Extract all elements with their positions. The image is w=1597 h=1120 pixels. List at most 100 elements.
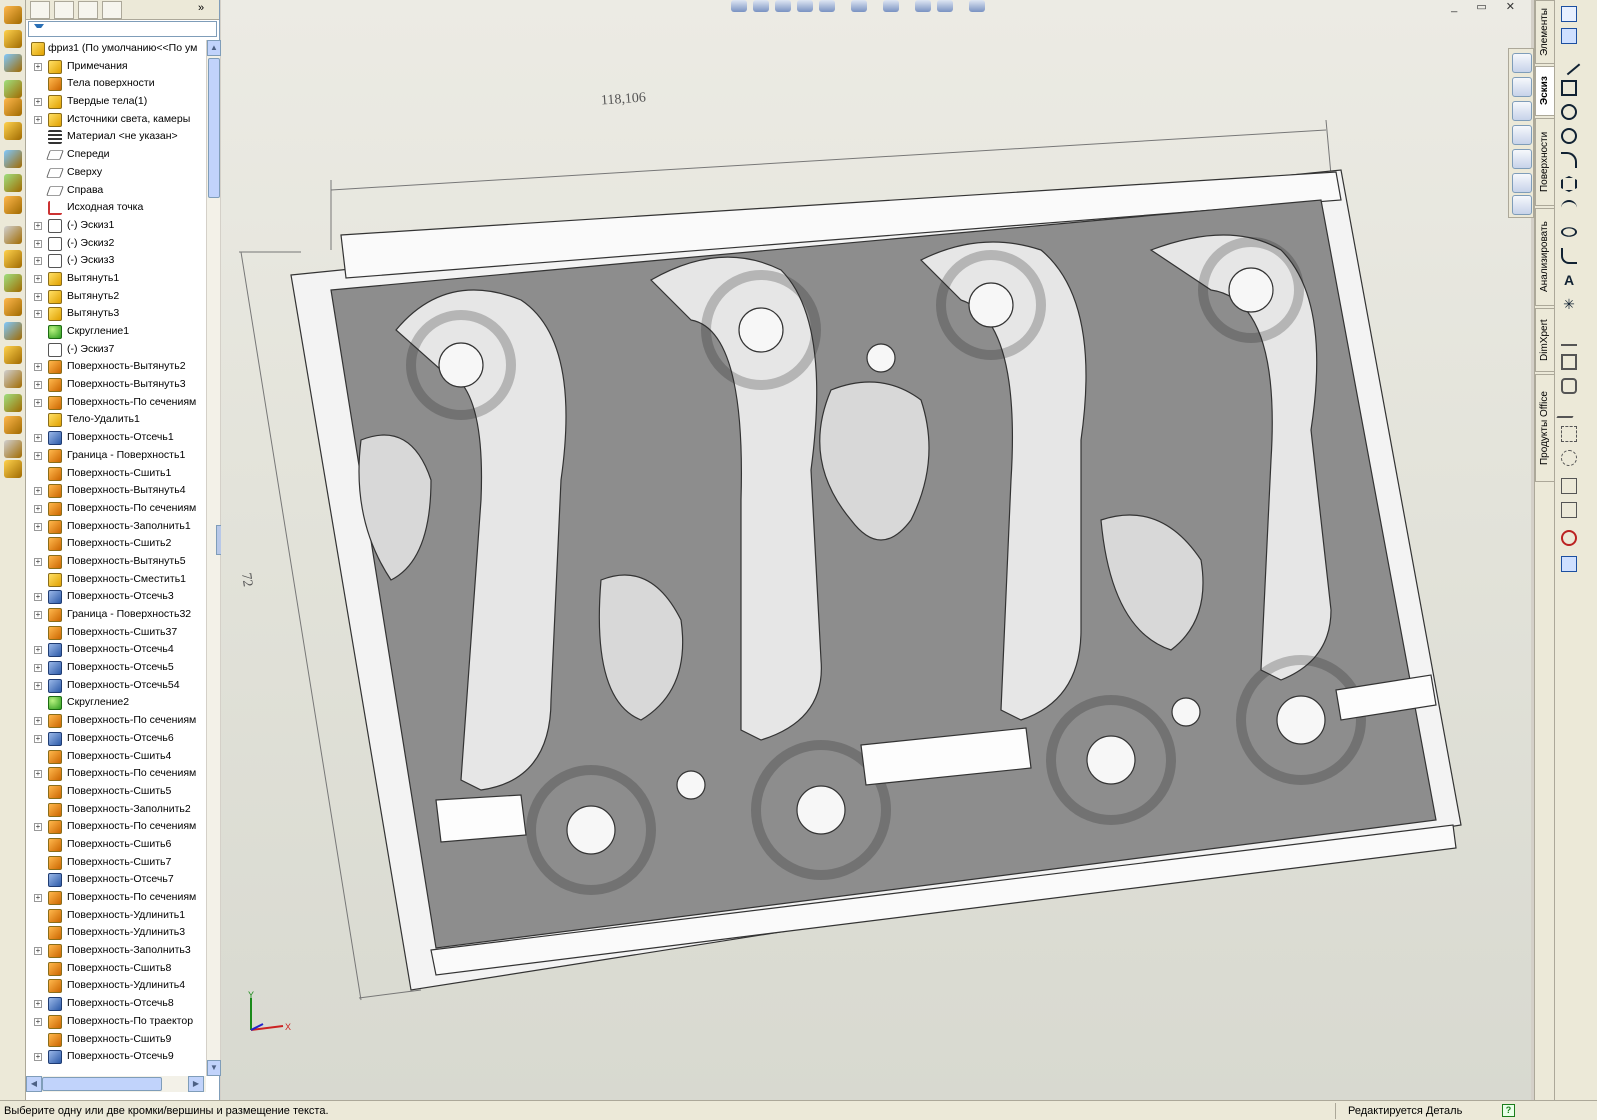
point-icon[interactable]: ✳ [1561,296,1577,312]
knit-surface-icon[interactable] [4,322,22,340]
offset-surface-icon[interactable] [4,174,22,192]
boundary-surface-icon[interactable] [4,98,22,116]
offset-entities-icon[interactable] [1561,378,1577,394]
expand-toggle-icon[interactable]: + [34,62,42,71]
tree-item[interactable]: Поверхность-Сместить1 [26,571,206,589]
slot-icon[interactable] [1561,104,1577,120]
tree-item[interactable]: + Вытянуть1 [26,270,206,288]
file-explorer-icon[interactable] [1512,101,1532,121]
expand-toggle-icon[interactable]: + [34,593,42,602]
graphics-area[interactable]: _ ▭ ✕ 118,106 72 Y X [221,0,1531,1100]
tree-item[interactable]: + Поверхность-Отсечь3 [26,588,206,606]
solidworks-resources-icon[interactable] [1512,53,1532,73]
tree-item[interactable]: + Поверхность-Заполнить1 [26,518,206,536]
tree-item[interactable]: + Поверхность-По сечениям [26,818,206,836]
filled-surface-icon[interactable] [4,122,22,140]
scroll-down-button[interactable]: ▼ [207,1060,221,1076]
tree-item[interactable]: Исходная точка [26,199,206,217]
dimension-width-label[interactable]: 118,106 [600,90,646,109]
tree-item[interactable]: Поверхность-Сшить8 [26,960,206,978]
tree-item[interactable]: + Граница - Поверхность1 [26,447,206,465]
scroll-up-button[interactable]: ▲ [207,40,221,56]
tree-item[interactable]: + Поверхность-По сечениям [26,765,206,783]
untrim-surface-icon[interactable] [4,298,22,316]
ruled-surface-icon[interactable] [4,196,22,214]
expand-toggle-icon[interactable]: + [34,894,42,902]
help-icon[interactable]: ? [1502,1104,1515,1117]
appearances-icon[interactable] [1512,173,1532,193]
line-icon[interactable] [1557,52,1581,76]
tree-item[interactable]: + Поверхность-По сечениям [26,712,206,730]
expand-toggle-icon[interactable]: + [34,522,42,531]
tree-item[interactable]: + Твердые тела(1) [26,93,206,111]
tab-surfaces[interactable]: Поверхности [1535,118,1555,206]
expand-toggle-icon[interactable]: + [34,664,42,673]
circle-icon[interactable] [1561,128,1577,144]
tree-item[interactable]: Поверхность-Сшить1 [26,465,206,483]
planar-surface-icon[interactable] [4,150,22,168]
polygon-icon[interactable] [1561,176,1577,192]
expand-toggle-icon[interactable]: + [34,398,42,407]
tree-item[interactable]: Поверхность-Сшить5 [26,783,206,801]
expand-toggle-icon[interactable]: + [34,681,42,690]
tree-item[interactable]: Поверхность-Удлинить4 [26,977,206,995]
tab-features[interactable]: Элементы [1535,0,1555,64]
tree-item[interactable]: + Поверхность-По сечениям [26,500,206,518]
expand-toggle-icon[interactable]: + [34,611,42,619]
move-entities-icon[interactable] [1561,450,1577,466]
arc-icon[interactable] [1561,152,1577,168]
tree-item[interactable]: Поверхность-Удлинить1 [26,907,206,925]
spline-icon[interactable] [1561,200,1577,216]
expand-toggle-icon[interactable]: + [34,239,42,248]
delete-face-icon[interactable] [4,370,22,388]
scroll-right-button[interactable]: ▶ [188,1076,204,1092]
expand-toggle-icon[interactable]: + [34,734,42,743]
sketch-icon[interactable] [1561,6,1577,22]
tree-item[interactable]: + (-) Эскиз1 [26,217,206,235]
feature-tree-filter[interactable] [28,21,217,37]
expand-toggle-icon[interactable]: + [34,434,42,443]
tree-item[interactable]: Поверхность-Сшить7 [26,854,206,872]
tree-item[interactable]: (-) Эскиз7 [26,341,206,359]
text-icon[interactable]: A [1561,272,1577,288]
expand-toggle-icon[interactable]: + [34,646,42,655]
move-face-icon[interactable] [4,460,22,478]
tree-item[interactable]: + Поверхность-Отсечь4 [26,641,206,659]
tree-item[interactable]: + Поверхность-Отсечь5 [26,659,206,677]
tree-item[interactable]: Спереди [26,146,206,164]
tree-item[interactable]: + Поверхность-Отсечь9 [26,1048,206,1066]
expand-toggle-icon[interactable]: + [34,257,42,266]
expand-toggle-icon[interactable]: + [34,557,42,566]
tab-configuration-manager[interactable] [78,1,98,19]
tree-item[interactable]: Скругление2 [26,694,206,712]
smart-dimension-icon[interactable] [1561,28,1577,44]
rectangle-icon[interactable] [1561,80,1577,96]
trim-surface-icon[interactable] [4,274,22,292]
tree-root-part[interactable]: фриз1 (По умолчанию<<По ум [26,40,206,58]
tree-item[interactable]: Поверхность-Удлинить3 [26,924,206,942]
tree-item[interactable]: Поверхность-Сшить6 [26,836,206,854]
tab-sketch[interactable]: Эскиз [1535,66,1555,116]
tree-item[interactable]: + Поверхность-Вытянуть3 [26,376,206,394]
tree-item[interactable]: Поверхность-Отсечь7 [26,871,206,889]
expand-toggle-icon[interactable]: + [34,504,42,513]
tree-item[interactable]: Поверхность-Сшить37 [26,624,206,642]
tree-item[interactable]: Тела поверхности [26,75,206,93]
expand-toggle-icon[interactable]: + [34,451,42,460]
tree-item[interactable]: Сверху [26,164,206,182]
tree-item[interactable]: Поверхность-Сшить4 [26,748,206,766]
tree-item[interactable]: Тело-Удалить1 [26,411,206,429]
expand-toggle-icon[interactable]: + [34,274,42,283]
convert-entities-icon[interactable] [1561,354,1577,370]
tree-item[interactable]: + Поверхность-По сечениям [26,889,206,907]
expand-toggle-icon[interactable]: + [34,381,42,390]
tree-vertical-scrollbar[interactable]: ▲ ▼ [206,40,221,1076]
expand-toggle-icon[interactable]: + [34,770,42,779]
tree-horizontal-scrollbar[interactable]: ◀ ▶ [26,1076,206,1092]
repair-sketch-icon[interactable] [1561,502,1577,518]
horizontal-scroll-thumb[interactable] [42,1077,162,1091]
dimension-height-label[interactable]: 72 [237,572,255,588]
ellipse-icon[interactable] [1561,227,1577,237]
scroll-thumb[interactable] [208,58,220,198]
tree-item[interactable]: Справа [26,182,206,200]
